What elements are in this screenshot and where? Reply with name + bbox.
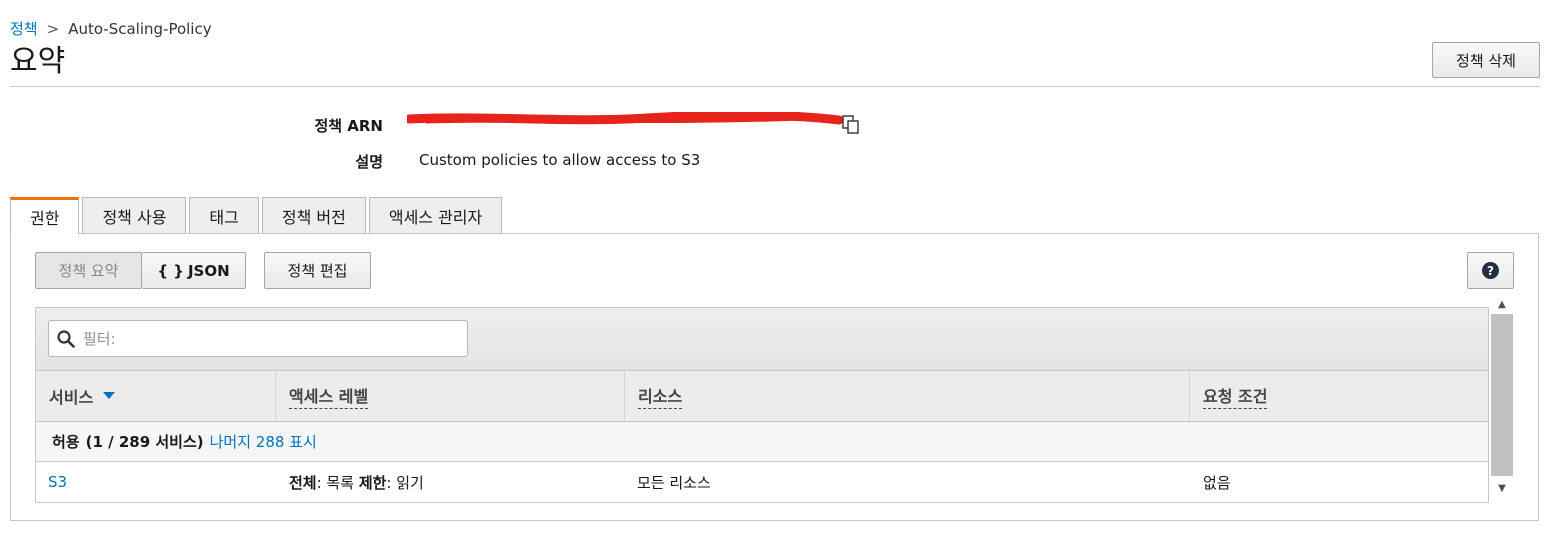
delete-policy-button[interactable]: 정책 삭제: [1432, 42, 1540, 78]
scroll-up-arrow-icon[interactable]: ▲: [1491, 294, 1513, 314]
filter-field[interactable]: [48, 320, 468, 357]
description-label: 설명: [355, 153, 383, 171]
braces-icon: { }: [157, 261, 184, 280]
column-header-request-condition-label: 요청 조건: [1203, 383, 1268, 409]
search-icon: [57, 329, 75, 348]
tab-access-advisor[interactable]: 액세스 관리자: [368, 197, 503, 233]
header-divider: [10, 86, 1540, 87]
access-level-list: : 목록: [316, 473, 359, 492]
edit-policy-button[interactable]: 정책 편집: [264, 252, 371, 289]
column-header-access-level[interactable]: 액세스 레벨: [276, 371, 625, 421]
tab-permissions[interactable]: 권한: [10, 197, 80, 234]
service-link-s3[interactable]: S3: [48, 473, 67, 491]
description-value: Custom policies to allow access to S3: [419, 151, 701, 169]
filter-input[interactable]: [81, 328, 445, 349]
column-header-access-level-label: 액세스 레벨: [289, 383, 369, 409]
group-label: 허용: [52, 433, 80, 451]
tab-policy-usage[interactable]: 정책 사용: [82, 197, 187, 233]
policy-summary-button[interactable]: 정책 요약: [35, 252, 142, 289]
filter-bar: [36, 308, 1488, 370]
tab-bar: 권한 정책 사용 태그 정책 버전 액세스 관리자: [10, 197, 503, 234]
access-level-cell: 전체: 목록 제한: 읽기: [289, 462, 424, 502]
table-scrollbar[interactable]: ▲ ▼: [1491, 294, 1513, 500]
access-level-full: 전체: [289, 473, 317, 492]
copy-icon[interactable]: [842, 115, 860, 135]
column-header-request-condition[interactable]: 요청 조건: [1190, 371, 1488, 421]
policy-arn-label: 정책 ARN: [314, 117, 383, 135]
json-button-label: JSON: [187, 261, 230, 280]
scrollbar-thumb[interactable]: [1491, 314, 1513, 476]
show-remaining-link[interactable]: 나머지 288 표시: [210, 431, 317, 452]
table-header: 서비스 액세스 레벨 리소스 요청 조건: [36, 370, 1488, 422]
breadcrumb-current: Auto-Scaling-Policy: [68, 19, 212, 38]
policy-summary-table: 서비스 액세스 레벨 리소스 요청 조건 허용 (1 / 289 서비스) 나머…: [35, 307, 1489, 503]
column-header-resource-label: 리소스: [638, 383, 683, 409]
group-row-allow: 허용 (1 / 289 서비스) 나머지 288 표시: [36, 422, 1488, 462]
column-header-service[interactable]: 서비스: [36, 371, 276, 421]
view-toggle: 정책 요약 { } JSON: [35, 252, 246, 289]
table-row: S3 전체: 목록 제한: 읽기 모든 리소스 없음: [36, 462, 1488, 502]
access-level-read: : 읽기: [386, 473, 424, 492]
help-icon: ?: [1482, 262, 1499, 279]
tab-tags[interactable]: 태그: [189, 197, 259, 233]
group-count: (1 / 289 서비스): [85, 433, 204, 451]
column-header-service-label: 서비스: [49, 388, 94, 407]
tab-policy-versions[interactable]: 정책 버전: [261, 197, 366, 233]
access-level-limited: 제한: [358, 473, 387, 492]
scroll-down-arrow-icon[interactable]: ▼: [1491, 478, 1513, 498]
help-button[interactable]: ?: [1467, 252, 1514, 289]
page-title: 요약: [10, 44, 66, 79]
sort-down-icon: [103, 392, 116, 399]
breadcrumb-separator: >: [46, 19, 60, 38]
json-button[interactable]: { } JSON: [142, 252, 246, 289]
request-condition-cell: 없음: [1203, 473, 1231, 492]
redacted-arn-value: [407, 112, 843, 125]
column-header-resource[interactable]: 리소스: [625, 371, 1190, 421]
resource-cell: 모든 리소스: [637, 473, 711, 492]
